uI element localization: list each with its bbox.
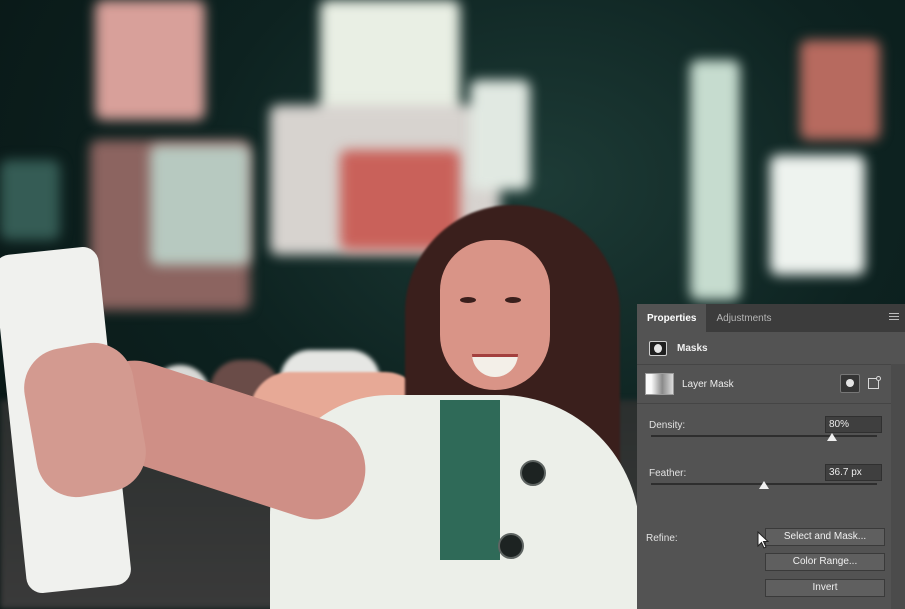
properties-panel: Properties Adjustments Masks Layer Mask … [637,304,905,609]
coat-button [520,460,546,486]
invert-button[interactable]: Invert [765,579,885,597]
mouse-cursor-icon [757,531,769,549]
billboard [470,80,530,190]
layer-mask-label: Layer Mask [682,378,734,390]
color-range-button[interactable]: Color Range... [765,553,885,571]
feather-slider-thumb[interactable] [759,481,769,489]
tab-properties[interactable]: Properties [637,304,707,332]
feather-label: Feather: [649,468,687,479]
sign [800,40,880,140]
panel-tab-bar: Properties Adjustments [637,304,905,332]
sign-tower [690,60,740,300]
feather-field[interactable]: 36.7 px [825,464,882,481]
billboard [95,0,205,120]
layer-mask-row: Layer Mask [637,365,905,404]
refine-label: Refine: [646,533,678,544]
masks-title: Masks [677,342,708,354]
panel-scrollbar[interactable] [891,364,905,609]
tab-adjustments[interactable]: Adjustments [706,304,781,332]
select-and-mask-button[interactable]: Select and Mask... [765,528,885,546]
eye [505,297,521,303]
density-field[interactable]: 80% [825,416,882,433]
density-control: Density: 80% [637,412,905,460]
building [0,160,60,240]
billboard [150,145,250,265]
panel-menu-icon[interactable] [889,313,899,323]
feather-control: Feather: 36.7 px [637,460,905,508]
density-slider-track[interactable] [651,435,877,437]
coat-button [498,533,524,559]
density-label: Density: [649,420,686,431]
vector-mask-icon[interactable] [867,375,882,390]
layer-mask-thumbnail[interactable] [645,373,674,395]
pixel-mask-icon[interactable] [840,374,860,393]
masks-header: Masks [637,332,905,365]
billboard [770,155,865,275]
mask-icon [649,340,667,356]
green-shirt [440,400,500,560]
density-slider-thumb[interactable] [826,433,837,441]
eye [460,297,476,303]
